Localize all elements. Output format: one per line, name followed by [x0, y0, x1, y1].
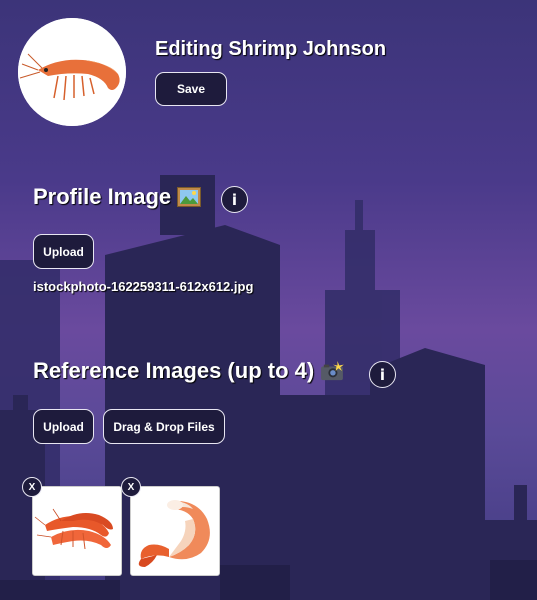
- profile-image-heading: Profile Image: [33, 184, 202, 210]
- remove-image-button[interactable]: X: [121, 477, 141, 497]
- editor-panel: Editing Shrimp Johnson Save Profile Imag…: [0, 0, 537, 600]
- reference-image-thumbnail: [32, 486, 122, 576]
- remove-image-button[interactable]: X: [22, 477, 42, 497]
- shrimp-pile-image: [33, 487, 121, 575]
- reference-image-thumbnail: [130, 486, 220, 576]
- reference-info-button[interactable]: i: [369, 361, 396, 388]
- save-button[interactable]: Save: [155, 72, 227, 106]
- profile-info-button[interactable]: i: [221, 186, 248, 213]
- reference-images-heading: Reference Images (up to 4): [33, 358, 345, 384]
- profile-upload-button[interactable]: Upload: [33, 234, 94, 269]
- profile-filename: istockphoto-162259311-612x612.jpg: [33, 279, 254, 294]
- page-title: Editing Shrimp Johnson: [155, 38, 387, 60]
- reference-upload-button[interactable]: Upload: [33, 409, 94, 444]
- drag-drop-files-button[interactable]: Drag & Drop Files: [103, 409, 225, 444]
- profile-avatar: [18, 18, 126, 126]
- shrimp-tail-image: [131, 487, 219, 575]
- framed-picture-icon: [177, 187, 202, 207]
- profile-image-title: Profile Image: [33, 184, 172, 209]
- camera-flash-icon: [321, 361, 345, 381]
- shrimp-avatar-image: [18, 18, 126, 126]
- reference-images-title: Reference Images (up to 4): [33, 358, 315, 383]
